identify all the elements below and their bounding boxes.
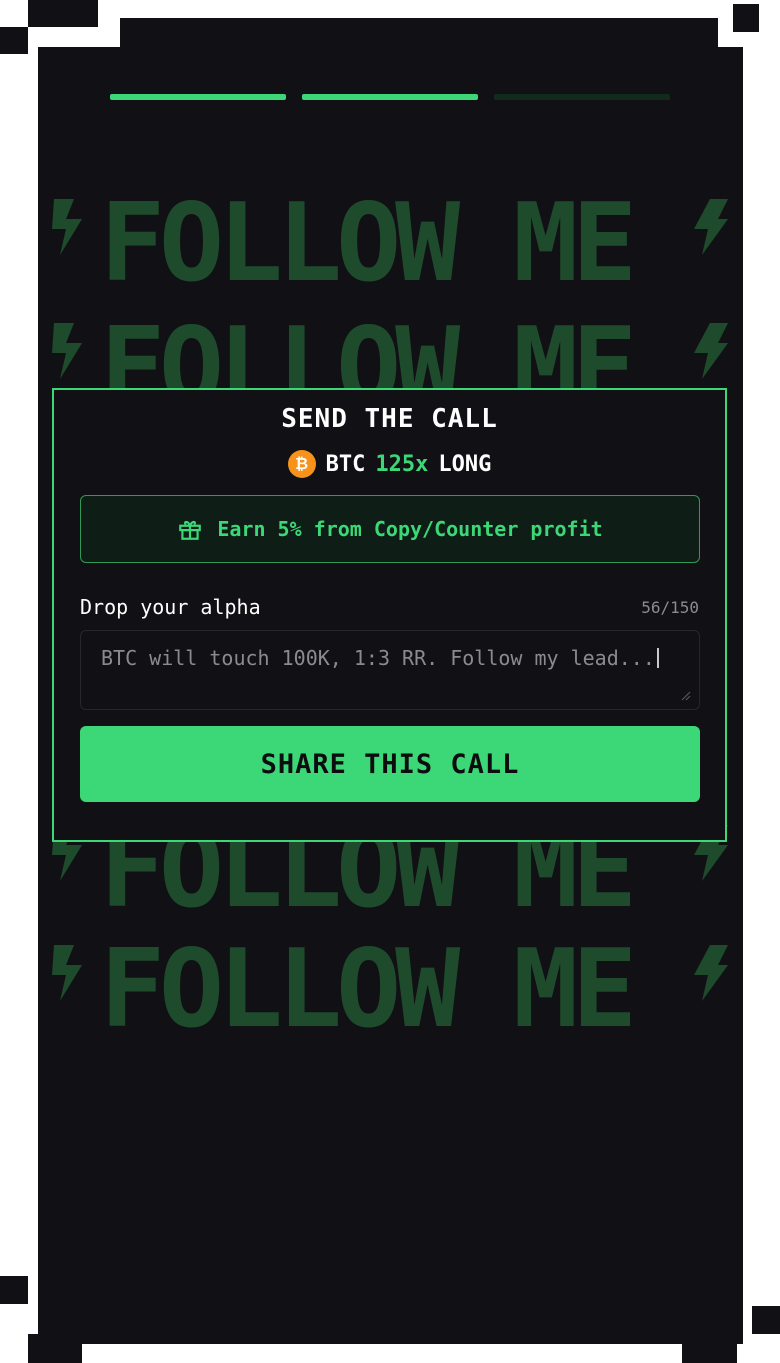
story-progress — [110, 94, 670, 100]
trade-pair: ₿ BTC 125x LONG — [54, 450, 725, 478]
alpha-textarea[interactable]: BTC will touch 100K, 1:3 RR. Follow my l… — [80, 630, 700, 710]
lightning-icon — [694, 199, 728, 255]
bg-follow-me-row: FOLLOW ME — [38, 935, 743, 1045]
bitcoin-icon: ₿ — [287, 450, 316, 478]
lightning-icon — [52, 945, 82, 1001]
pixel-corner-tl — [0, 27, 28, 54]
pair-symbol: BTC — [325, 451, 366, 477]
lightning-icon — [52, 323, 82, 379]
gift-icon — [179, 520, 202, 540]
resize-handle-icon[interactable] — [679, 689, 691, 701]
pixel-corner-tl — [28, 0, 98, 27]
lightning-icon — [694, 945, 728, 1001]
progress-segment-2 — [302, 94, 478, 100]
pixel-corner-br — [752, 1306, 780, 1334]
send-call-modal: SEND THE CALL ₿ BTC 125x LONG Earn 5% fr… — [52, 388, 727, 842]
share-call-button[interactable]: SHARE THIS CALL — [80, 726, 700, 802]
alpha-text: BTC will touch 100K, 1:3 RR. Follow my l… — [101, 646, 655, 670]
story-card: FOLLOW ME FOLLOW ME FOLLOW ME FOLLOW ME … — [38, 47, 743, 1344]
modal-title: SEND THE CALL — [281, 404, 498, 434]
pair-direction: LONG — [438, 451, 492, 477]
alpha-char-counter: 56/150 — [641, 598, 699, 617]
reward-text: Earn 5% from Copy/Counter profit — [217, 517, 603, 541]
pixel-corner-bl — [0, 1276, 28, 1304]
text-caret — [656, 648, 659, 668]
bg-follow-me-text: FOLLOW ME — [100, 927, 637, 1052]
lightning-icon — [694, 323, 728, 379]
progress-segment-3 — [494, 94, 670, 100]
progress-segment-1 — [110, 94, 286, 100]
pair-leverage: 125x — [375, 451, 429, 477]
bg-follow-me-text: FOLLOW ME — [100, 181, 637, 306]
pixel-edge — [120, 18, 718, 48]
pixel-corner-tr — [733, 4, 759, 32]
reward-banner: Earn 5% from Copy/Counter profit — [80, 495, 700, 563]
lightning-icon — [52, 199, 82, 255]
alpha-label: Drop your alpha — [80, 595, 261, 619]
bg-follow-me-row: FOLLOW ME — [38, 189, 743, 299]
